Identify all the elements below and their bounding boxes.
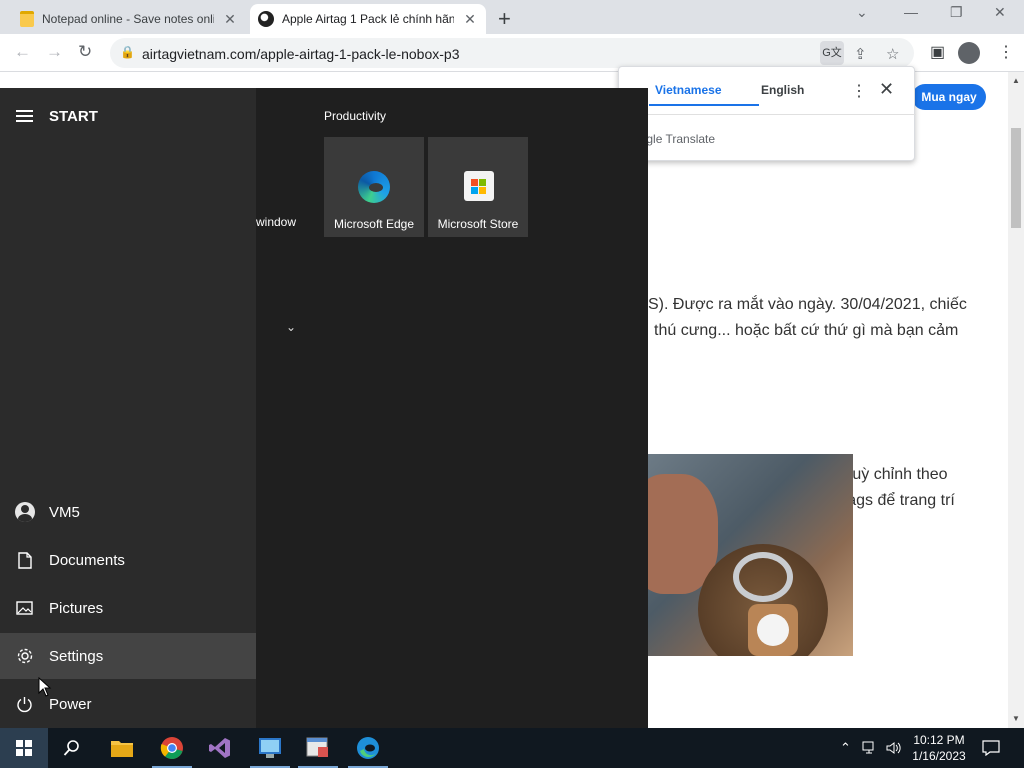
new-tab-button[interactable]: +: [498, 6, 511, 32]
tab-notepad[interactable]: Notepad online - Save notes onli ✕: [12, 4, 246, 34]
tile-microsoft-edge[interactable]: Microsoft Edge: [324, 137, 424, 237]
rail-item-label: Documents: [49, 551, 125, 569]
rail-item-user[interactable]: VM5: [0, 489, 256, 535]
rail-item-label: Pictures: [49, 599, 104, 617]
product-photo: [648, 454, 853, 656]
rail-item-label: Power: [49, 695, 92, 713]
tab-english[interactable]: English: [761, 83, 804, 97]
reload-icon[interactable]: ↻: [78, 42, 92, 62]
menu-icon[interactable]: ⋮: [998, 42, 1014, 62]
rail-item-label: VM5: [49, 503, 80, 521]
chevron-down-icon[interactable]: ⌄: [856, 4, 868, 21]
system-clock[interactable]: 10:12 PM 1/16/2023: [906, 732, 972, 764]
start-title: START: [49, 108, 98, 125]
store-icon: [464, 171, 494, 201]
star-icon[interactable]: ☆: [886, 45, 899, 63]
notepad-icon: [20, 11, 34, 27]
airtag-icon: [258, 11, 274, 27]
article-text: thú cưng... hoặc bất cứ thứ gì mà bạn cả…: [654, 322, 959, 339]
windows-logo-icon: [16, 740, 32, 756]
chrome-icon[interactable]: [148, 728, 196, 768]
volume-icon[interactable]: [886, 728, 902, 768]
tile-label: Microsoft Store: [437, 217, 519, 231]
start-menu-panel: window ⌄ Productivity Microsoft Edge Mic…: [256, 88, 648, 728]
side-panel-icon[interactable]: ▣: [930, 42, 945, 62]
scroll-down-icon[interactable]: ▼: [1012, 714, 1020, 723]
rail-item-documents[interactable]: Documents: [0, 537, 256, 583]
tab-vietnamese[interactable]: Vietnamese: [655, 83, 722, 97]
window-app-icon[interactable]: [294, 728, 342, 768]
scroll-thumb[interactable]: [1011, 128, 1021, 228]
mouse-cursor-icon: [38, 677, 52, 697]
url-text[interactable]: airtagvietnam.com/apple-airtag-1-pack-le…: [142, 46, 460, 62]
translate-icon[interactable]: G文: [820, 41, 844, 65]
active-tab-indicator: [649, 104, 759, 106]
tab-airtag[interactable]: Apple Airtag 1 Pack lẻ chính hãng ✕: [250, 4, 486, 34]
start-button[interactable]: [0, 728, 48, 768]
translate-popup: Vietnamese English ⋮ ✕ oogle Translate: [618, 66, 916, 161]
start-menu-rail: START VM5 Documents Pictures Settings Po…: [0, 88, 256, 728]
clock-date: 1/16/2023: [912, 749, 966, 763]
rail-item-settings[interactable]: Settings: [0, 633, 256, 679]
edge-icon: [358, 171, 390, 203]
restore-button[interactable]: ❐: [950, 4, 963, 21]
rail-item-pictures[interactable]: Pictures: [0, 585, 256, 631]
hamburger-menu-icon[interactable]: [16, 110, 33, 122]
back-arrow-icon[interactable]: ←: [14, 42, 31, 62]
scroll-up-icon[interactable]: ▲: [1012, 76, 1020, 85]
file-explorer-icon[interactable]: [98, 728, 146, 768]
edge-icon[interactable]: [344, 728, 392, 768]
profile-avatar[interactable]: [958, 42, 980, 64]
power-icon: [0, 696, 49, 713]
tab-title: Notepad online - Save notes onli: [42, 12, 214, 26]
user-avatar-icon: [14, 502, 35, 522]
tab-strip: Notepad online - Save notes onli ✕ Apple…: [0, 0, 1024, 34]
taskbar: ⌃ 10:12 PM 1/16/2023: [0, 728, 1024, 768]
partial-app-label: window: [256, 215, 297, 229]
close-icon[interactable]: ✕: [462, 11, 478, 27]
share-icon[interactable]: ⇪: [854, 45, 867, 63]
control-panel-icon[interactable]: [246, 728, 294, 768]
tile-microsoft-store[interactable]: Microsoft Store: [428, 137, 528, 237]
rail-item-label: Settings: [49, 647, 104, 665]
notification-icon[interactable]: [982, 728, 1000, 768]
address-bar[interactable]: 🔒 airtagvietnam.com/apple-airtag-1-pack-…: [110, 38, 914, 68]
chevron-up-icon[interactable]: ⌃: [840, 728, 851, 768]
more-options-icon[interactable]: ⋮: [851, 81, 867, 101]
close-icon[interactable]: ✕: [222, 11, 238, 27]
chevron-down-icon[interactable]: ⌄: [286, 320, 296, 334]
pictures-icon: [0, 601, 49, 615]
article-text: S). Được ra mắt vào ngày. 30/04/2021, ch…: [648, 296, 967, 313]
forward-arrow-icon[interactable]: →: [46, 42, 63, 62]
document-icon: [0, 551, 49, 569]
divider: [619, 114, 916, 115]
close-icon[interactable]: ✕: [879, 79, 894, 100]
visual-studio-icon[interactable]: [196, 728, 244, 768]
lock-icon[interactable]: 🔒: [120, 45, 135, 59]
search-icon[interactable]: [48, 728, 96, 768]
page-scrollbar[interactable]: ▲ ▼: [1008, 72, 1024, 728]
group-label-productivity: Productivity: [324, 109, 387, 123]
tab-title: Apple Airtag 1 Pack lẻ chính hãng: [282, 12, 454, 26]
window-close-button[interactable]: ✕: [994, 4, 1006, 21]
tile-label: Microsoft Edge: [333, 217, 415, 231]
gear-icon: [0, 647, 49, 665]
buy-now-button[interactable]: Mua ngay: [912, 84, 986, 110]
network-icon[interactable]: [862, 728, 878, 768]
minimize-button[interactable]: —: [904, 4, 918, 20]
clock-time: 10:12 PM: [913, 733, 965, 747]
